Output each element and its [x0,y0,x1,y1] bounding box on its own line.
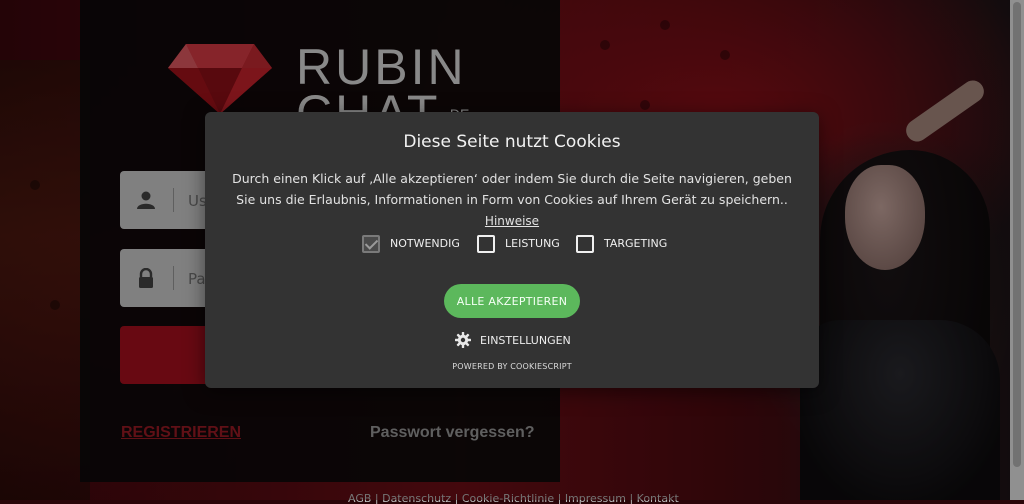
cookie-consent-dialog: Diese Seite nutzt Cookies Durch einen Kl… [205,112,819,388]
settings-label: EINSTELLUNGEN [480,334,571,347]
cookie-text: Durch einen Klick auf ‚Alle akzeptieren‘… [232,171,792,207]
gear-icon [455,332,471,348]
hints-link[interactable]: Hinweise [485,214,539,228]
checkbox-label: NOTWENDIG [390,237,460,250]
checkbox-box[interactable] [576,235,594,253]
accept-all-button[interactable]: ALLE AKZEPTIEREN [444,284,580,318]
powered-by-label[interactable]: POWERED BY COOKIESCRIPT [205,362,819,371]
checkbox-box-checked[interactable] [362,235,380,253]
checkbox-label: LEISTUNG [505,237,560,250]
cookie-title: Diese Seite nutzt Cookies [403,132,621,152]
checkbox-label: TARGETING [604,237,668,250]
cookie-description: Durch einen Klick auf ‚Alle akzeptieren‘… [227,168,797,232]
checkbox-box[interactable] [477,235,495,253]
